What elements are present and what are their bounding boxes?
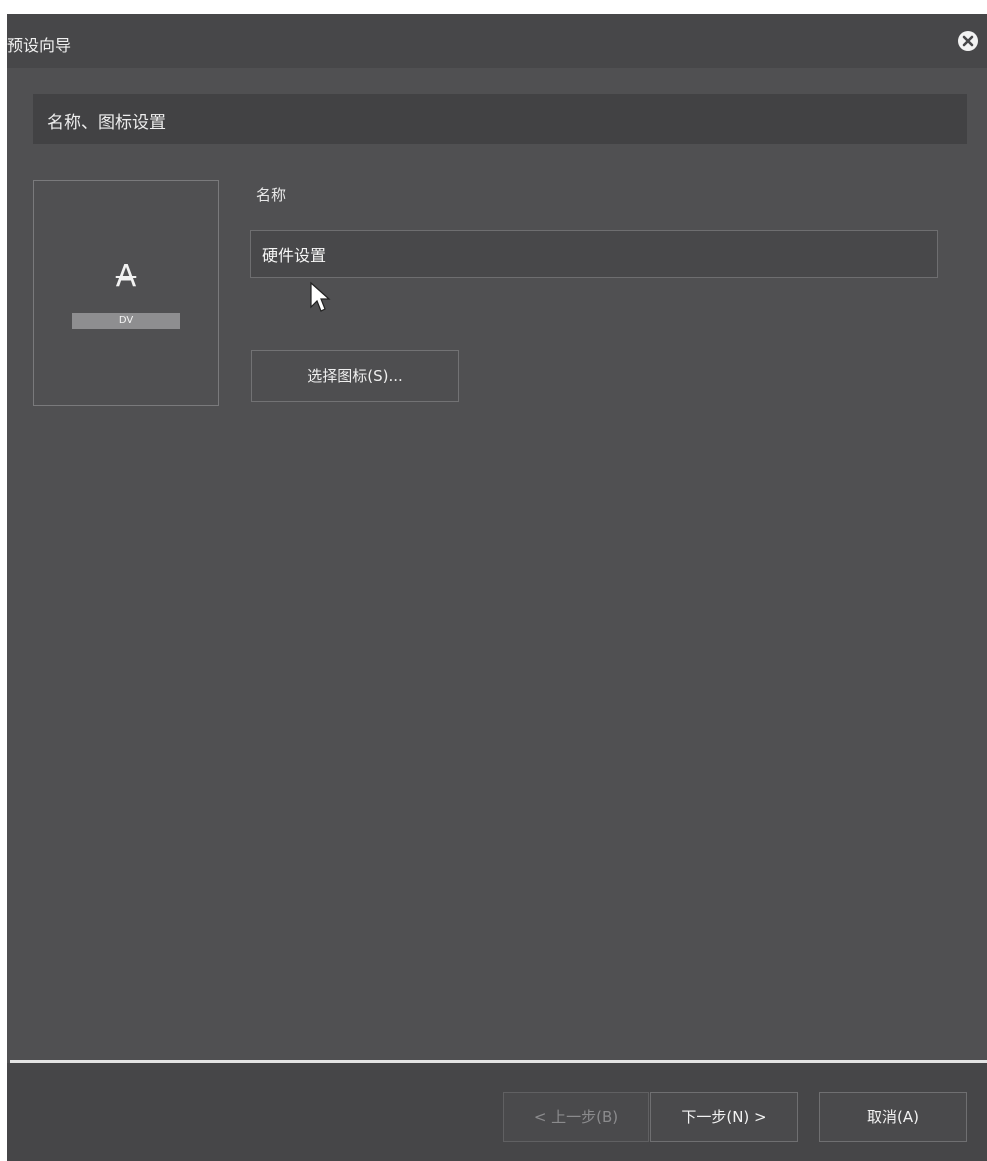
cancel-button[interactable]: 取消(A): [819, 1092, 967, 1142]
wizard-footer: < 上一步(B) 下一步(N) > 取消(A): [7, 1063, 987, 1161]
next-button[interactable]: 下一步(N) >: [650, 1092, 798, 1142]
close-icon[interactable]: [957, 30, 979, 52]
select-icon-button-label: 选择图标(S)...: [307, 367, 403, 385]
next-button-label: 下一步(N) >: [681, 1108, 767, 1126]
name-label: 名称: [256, 186, 287, 204]
mouse-pointer-icon: [310, 281, 331, 312]
select-icon-button[interactable]: 选择图标(S)...: [251, 350, 459, 402]
section-title: 名称、图标设置: [47, 113, 166, 133]
preset-letter-icon: A: [115, 259, 137, 294]
section-header: 名称、图标设置: [33, 94, 967, 144]
name-input[interactable]: [250, 230, 938, 278]
preset-badge: DV: [72, 313, 180, 329]
back-button[interactable]: < 上一步(B): [503, 1092, 649, 1142]
cancel-button-label: 取消(A): [867, 1108, 919, 1126]
window-title: 预设向导: [7, 36, 72, 55]
preset-icon-preview: A DV: [33, 180, 219, 406]
title-bar: 预设向导: [7, 14, 987, 68]
back-button-label: < 上一步(B): [533, 1108, 619, 1126]
preset-wizard-dialog: 预设向导 名称、图标设置 A DV 名称 选择图标(S)... < 上一步(B)…: [7, 14, 987, 1161]
